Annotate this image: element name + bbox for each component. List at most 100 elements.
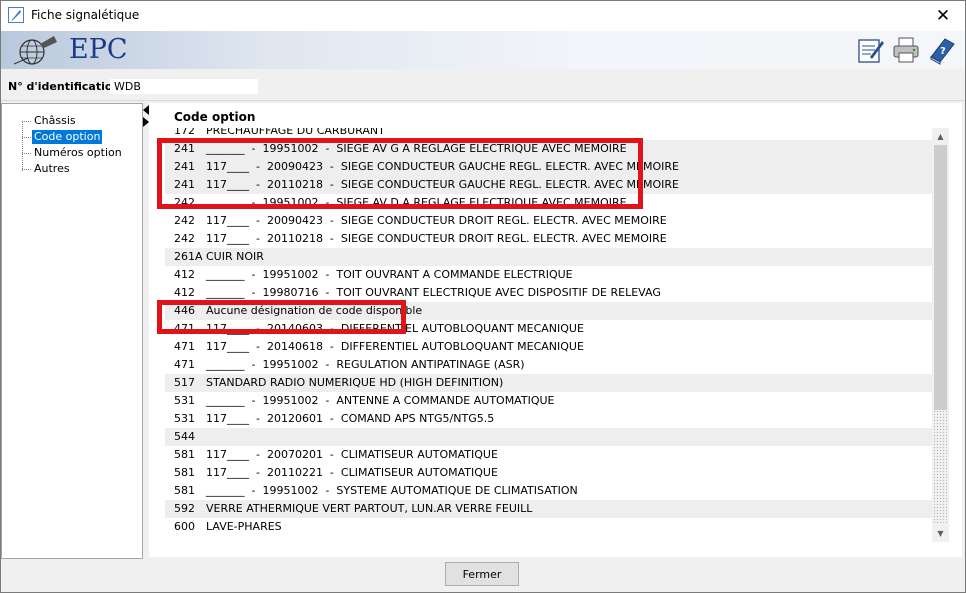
scroll-down-button[interactable]: ▼ bbox=[932, 525, 949, 542]
tree-connector bbox=[22, 137, 31, 138]
option-code: 242 bbox=[174, 196, 195, 209]
option-code: 242 bbox=[174, 232, 195, 245]
tree-item-chassis[interactable]: Châssis bbox=[32, 114, 78, 128]
option-code: 241 bbox=[174, 178, 195, 191]
list-row[interactable]: 531 _______ - 19951002 - ANTENNE A COMMAN… bbox=[165, 392, 932, 410]
list-row[interactable]: 241 117____ - 20110218 - SIEGE CONDUCTEUR… bbox=[165, 176, 932, 194]
list-row[interactable]: 412 _______ - 19951002 - TOIT OUVRANT A C… bbox=[165, 266, 932, 284]
option-description: STANDARD RADIO NUMERIQUE HD (HIGH DEFINI… bbox=[206, 376, 504, 389]
list-row[interactable]: 544 bbox=[165, 428, 932, 446]
option-description: LAVE-PHARES bbox=[206, 520, 282, 533]
list-row[interactable]: 600 LAVE-PHARES bbox=[165, 518, 932, 536]
notepad-pen-icon bbox=[858, 39, 884, 63]
scroll-up-button[interactable]: ▲ bbox=[932, 128, 949, 145]
tree-connector bbox=[22, 169, 31, 170]
option-code: 581 bbox=[174, 484, 195, 497]
list-row[interactable]: 517 STANDARD RADIO NUMERIQUE HD (HIGH DEF… bbox=[165, 374, 932, 392]
epc-brand: EPC bbox=[69, 34, 128, 65]
list-row[interactable]: 241 117____ - 20090423 - SIEGE CONDUCTEUR… bbox=[165, 158, 932, 176]
chevron-up-icon: ▲ bbox=[937, 132, 944, 141]
chevron-down-icon: ▼ bbox=[937, 529, 944, 538]
identification-value: WDB bbox=[110, 79, 258, 94]
option-code: 241 bbox=[174, 160, 195, 173]
option-code: 242 bbox=[174, 214, 195, 227]
tree-connector bbox=[22, 121, 31, 122]
option-description: _______ - 19951002 - SIEGE AV D A REGLAG… bbox=[206, 196, 627, 209]
scroll-track[interactable] bbox=[933, 410, 948, 524]
option-description: 117____ - 20110218 - SIEGE CONDUCTEUR DR… bbox=[206, 232, 667, 245]
list-scrollbar[interactable]: ▲ ▼ bbox=[932, 128, 949, 542]
option-description: 117____ - 20090423 - SIEGE CONDUCTEUR GA… bbox=[206, 160, 679, 173]
option-code: 471 bbox=[174, 322, 195, 335]
option-description: _______ - 19951002 - ANTENNE A COMMANDE … bbox=[206, 394, 555, 407]
option-description: PRECHAUFFAGE DU CARBURANT bbox=[206, 128, 385, 137]
option-description: _______ - 19951002 - SYSTEME AUTOMATIQUE… bbox=[206, 484, 578, 497]
list-row[interactable]: 471 117____ - 20140603 - DIFFERENTIEL AUT… bbox=[165, 320, 932, 338]
option-code: 172 bbox=[174, 128, 195, 137]
fermer-button[interactable]: Fermer bbox=[445, 562, 519, 586]
list-row[interactable]: 242 _______ - 19951002 - SIEGE AV D A REG… bbox=[165, 194, 932, 212]
globe-satellite-icon bbox=[13, 36, 57, 65]
option-code-list[interactable]: 172 PRECHAUFFAGE DU CARBURANT 241 _______ -… bbox=[165, 128, 932, 542]
list-row[interactable]: 446 Aucune désignation de code disponible bbox=[165, 302, 932, 320]
list-row[interactable]: 471 _______ - 19951002 - REGULATION ANTIP… bbox=[165, 356, 932, 374]
edit-notes-button[interactable] bbox=[856, 35, 886, 65]
svg-text:?: ? bbox=[940, 46, 946, 57]
list-row[interactable]: 592 VERRE ATHERMIQUE VERT PARTOUT, LUN.AR… bbox=[165, 500, 932, 518]
help-book-icon: ? bbox=[930, 38, 955, 65]
option-code: 581 bbox=[174, 466, 195, 479]
list-row[interactable]: 242 117____ - 20110218 - SIEGE CONDUCTEUR… bbox=[165, 230, 932, 248]
option-description: VERRE ATHERMIQUE VERT PARTOUT, LUN.AR VE… bbox=[206, 502, 533, 515]
option-description: 117____ - 20140618 - DIFFERENTIEL AUTOBL… bbox=[206, 340, 584, 353]
option-description: 117____ - 20120601 - COMAND APS NTG5/NTG… bbox=[206, 412, 495, 425]
list-row[interactable]: 241 _______ - 19951002 - SIEGE AV G A REG… bbox=[165, 140, 932, 158]
option-code: 412 bbox=[174, 268, 195, 281]
option-description: Aucune désignation de code disponible bbox=[206, 304, 423, 317]
list-row[interactable]: 412 _______ - 19980716 - TOIT OUVRANT ELE… bbox=[165, 284, 932, 302]
printer-icon bbox=[893, 37, 919, 63]
list-row[interactable]: 471 117____ - 20140618 - DIFFERENTIEL AUT… bbox=[165, 338, 932, 356]
option-code: 446 bbox=[174, 304, 195, 317]
option-description: _______ - 19980716 - TOIT OUVRANT ELECTR… bbox=[206, 286, 661, 299]
option-code: 471 bbox=[174, 340, 195, 353]
tree-item-autres[interactable]: Autres bbox=[32, 162, 72, 176]
app-feather-icon bbox=[8, 7, 24, 23]
list-row[interactable]: 172 PRECHAUFFAGE DU CARBURANT bbox=[165, 128, 932, 140]
option-description: _______ - 19951002 - TOIT OUVRANT A COMM… bbox=[206, 268, 573, 281]
option-code: 241 bbox=[174, 142, 195, 155]
list-row[interactable]: 581 117____ - 20070201 - CLIMATISEUR AUTO… bbox=[165, 446, 932, 464]
list-row[interactable]: 242 117____ - 20090423 - SIEGE CONDUCTEUR… bbox=[165, 212, 932, 230]
option-code: 412 bbox=[174, 286, 195, 299]
option-description: 117____ - 20070201 - CLIMATISEUR AUTOMAT… bbox=[206, 448, 498, 461]
option-description: 117____ - 20140603 - DIFFERENTIEL AUTOBL… bbox=[206, 322, 584, 335]
option-code: 600 bbox=[174, 520, 195, 533]
help-manual-button[interactable]: ? bbox=[927, 35, 957, 65]
option-code: 261A bbox=[174, 250, 203, 263]
window-title: Fiche signalétique bbox=[31, 8, 140, 22]
list-row[interactable]: 531 117____ - 20120601 - COMAND APS NTG5/… bbox=[165, 410, 932, 428]
scroll-thumb[interactable] bbox=[934, 145, 947, 410]
content-heading: Code option bbox=[174, 110, 256, 124]
option-code: 531 bbox=[174, 412, 195, 425]
close-icon: ✕ bbox=[935, 5, 951, 26]
close-window-button[interactable]: ✕ bbox=[920, 0, 966, 31]
option-code: 544 bbox=[174, 430, 195, 443]
option-code: 531 bbox=[174, 394, 195, 407]
navigation-tree: Châssis Code option Numéros option Autre… bbox=[1, 103, 143, 559]
option-description: CUIR NOIR bbox=[206, 250, 264, 263]
option-code: 592 bbox=[174, 502, 195, 515]
list-row[interactable]: 261A CUIR NOIR bbox=[165, 248, 932, 266]
list-row[interactable]: 581 _______ - 19951002 - SYSTEME AUTOMATI… bbox=[165, 482, 932, 500]
option-code: 471 bbox=[174, 358, 195, 371]
option-code: 581 bbox=[174, 448, 195, 461]
title-bar: Fiche signalétique ✕ bbox=[0, 0, 966, 32]
list-row[interactable]: 581 117____ - 20110221 - CLIMATISEUR AUTO… bbox=[165, 464, 932, 482]
tree-connector bbox=[22, 121, 23, 171]
option-description: _______ - 19951002 - SIEGE AV G A REGLAG… bbox=[206, 142, 627, 155]
tree-item-code-option[interactable]: Code option bbox=[32, 130, 103, 144]
option-code: 517 bbox=[174, 376, 195, 389]
identification-label: N° d'identification bbox=[8, 80, 121, 93]
option-description: 117____ - 20090423 - SIEGE CONDUCTEUR DR… bbox=[206, 214, 667, 227]
tree-item-numeros-option[interactable]: Numéros option bbox=[32, 146, 124, 160]
print-button[interactable] bbox=[891, 35, 921, 65]
